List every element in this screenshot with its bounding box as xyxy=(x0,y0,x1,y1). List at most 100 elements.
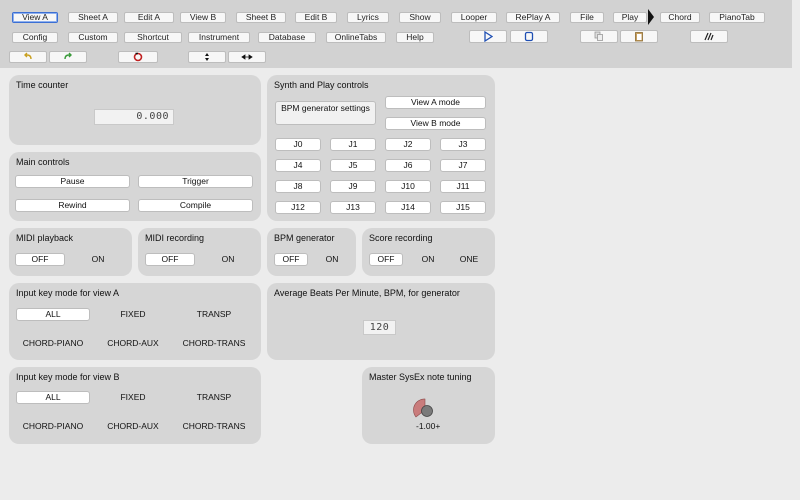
input-key-a-all[interactable]: ALL xyxy=(16,308,90,321)
input-key-b-transp[interactable]: TRANSP xyxy=(177,391,251,404)
play-icon xyxy=(484,31,493,42)
sheet-a-button[interactable]: Sheet A xyxy=(68,12,118,23)
pianotab-button[interactable]: PianoTab xyxy=(709,12,765,23)
instrument-button[interactable]: Instrument xyxy=(188,32,250,43)
average-bpm-panel: Average Beats Per Minute, BPM, for gener… xyxy=(267,283,495,360)
copy-button[interactable] xyxy=(580,30,618,43)
looper-button[interactable]: Looper xyxy=(451,12,497,23)
bpm-generator-title: BPM generator xyxy=(274,233,335,243)
view-a-mode-button[interactable]: View A mode xyxy=(385,96,486,109)
input-key-b-chord-trans[interactable]: CHORD-TRANS xyxy=(177,420,251,433)
average-bpm-display[interactable]: 120 xyxy=(363,320,396,335)
rewind-button[interactable]: Rewind xyxy=(15,199,130,212)
midi-playback-title: MIDI playback xyxy=(16,233,74,243)
jump-button-j13[interactable]: J13 xyxy=(330,201,376,214)
sysex-tuning-panel: Master SysEx note tuning -1.00+ xyxy=(362,367,495,444)
score-recording-off[interactable]: OFF xyxy=(369,253,403,266)
reset-icon xyxy=(133,52,143,62)
synth-play-title: Synth and Play controls xyxy=(274,80,369,90)
input-key-a-fixed[interactable]: FIXED xyxy=(96,308,170,321)
sysex-tuning-title: Master SysEx note tuning xyxy=(369,372,472,382)
input-key-b-chord-piano[interactable]: CHORD-PIANO xyxy=(16,420,90,433)
menu-arrow-icon xyxy=(648,9,654,25)
score-recording-title: Score recording xyxy=(369,233,433,243)
reset-button[interactable] xyxy=(118,51,158,63)
stop-transport-button[interactable] xyxy=(510,30,548,43)
redo-button[interactable] xyxy=(49,51,87,63)
jump-button-j7[interactable]: J7 xyxy=(440,159,486,172)
file-button[interactable]: File xyxy=(570,12,604,23)
redo-icon xyxy=(64,52,72,60)
jump-button-j4[interactable]: J4 xyxy=(275,159,321,172)
custom-button[interactable]: Custom xyxy=(68,32,118,43)
input-key-a-chord-trans[interactable]: CHORD-TRANS xyxy=(177,337,251,350)
onlinetabs-button[interactable]: OnlineTabs xyxy=(326,32,386,43)
horizontal-arrows-icon xyxy=(241,54,253,60)
jump-button-j14[interactable]: J14 xyxy=(385,201,431,214)
jump-button-j8[interactable]: J8 xyxy=(275,180,321,193)
edit-a-button[interactable]: Edit A xyxy=(124,12,174,23)
vertical-move-button[interactable] xyxy=(188,51,226,63)
input-key-a-chord-aux[interactable]: CHORD-AUX xyxy=(96,337,170,350)
sheet-b-button[interactable]: Sheet B xyxy=(236,12,286,23)
jump-button-j15[interactable]: J15 xyxy=(440,201,486,214)
chord-button[interactable]: Chord xyxy=(660,12,700,23)
jump-button-j6[interactable]: J6 xyxy=(385,159,431,172)
config-button[interactable]: Config xyxy=(12,32,58,43)
view-a-button[interactable]: View A xyxy=(12,12,58,23)
score-recording-one[interactable]: ONE xyxy=(452,253,486,266)
bpm-generator-on[interactable]: ON xyxy=(315,253,349,266)
paste-icon xyxy=(635,32,643,42)
input-key-b-panel: Input key mode for view B ALL FIXED TRAN… xyxy=(9,367,261,444)
play-button[interactable]: Play xyxy=(613,12,647,23)
help-button[interactable]: Help xyxy=(396,32,434,43)
input-key-a-title: Input key mode for view A xyxy=(16,288,120,298)
pause-button[interactable]: Pause xyxy=(15,175,130,188)
input-key-b-fixed[interactable]: FIXED xyxy=(96,391,170,404)
midi-recording-off[interactable]: OFF xyxy=(145,253,195,266)
show-button[interactable]: Show xyxy=(399,12,441,23)
input-key-b-all[interactable]: ALL xyxy=(16,391,90,404)
jump-button-j0[interactable]: J0 xyxy=(275,138,321,151)
input-key-b-chord-aux[interactable]: CHORD-AUX xyxy=(96,420,170,433)
input-key-a-transp[interactable]: TRANSP xyxy=(177,308,251,321)
jump-button-j1[interactable]: J1 xyxy=(330,138,376,151)
score-recording-on[interactable]: ON xyxy=(411,253,445,266)
input-key-a-chord-piano[interactable]: CHORD-PIANO xyxy=(16,337,90,350)
bpm-generator-off[interactable]: OFF xyxy=(274,253,308,266)
replay-a-button[interactable]: RePlay A xyxy=(506,12,560,23)
score-recording-panel: Score recording OFF ON ONE xyxy=(362,228,495,276)
jump-button-j11[interactable]: J11 xyxy=(440,180,486,193)
jump-button-j3[interactable]: J3 xyxy=(440,138,486,151)
bpm-generator-settings-button[interactable]: BPM generator settings xyxy=(275,101,376,125)
jump-button-j12[interactable]: J12 xyxy=(275,201,321,214)
input-key-b-title: Input key mode for view B xyxy=(16,372,120,382)
midi-recording-on[interactable]: ON xyxy=(203,253,253,266)
time-counter-display: 0.000 xyxy=(94,109,174,125)
compile-button[interactable]: Compile xyxy=(138,199,253,212)
vertical-arrows-icon xyxy=(205,53,209,61)
undo-button[interactable] xyxy=(9,51,47,63)
jump-button-j2[interactable]: J2 xyxy=(385,138,431,151)
play-transport-button[interactable] xyxy=(469,30,507,43)
midi-playback-on[interactable]: ON xyxy=(73,253,123,266)
input-key-a-panel: Input key mode for view A ALL FIXED TRAN… xyxy=(9,283,261,360)
tuning-knob[interactable] xyxy=(412,398,438,422)
midi-playback-off[interactable]: OFF xyxy=(15,253,65,266)
database-button[interactable]: Database xyxy=(258,32,316,43)
view-b-mode-button[interactable]: View B mode xyxy=(385,117,486,130)
paste-button[interactable] xyxy=(620,30,658,43)
trigger-button[interactable]: Trigger xyxy=(138,175,253,188)
midi-recording-panel: MIDI recording OFF ON xyxy=(138,228,261,276)
view-b-button[interactable]: View B xyxy=(180,12,226,23)
edit-b-button[interactable]: Edit B xyxy=(295,12,337,23)
lyrics-button[interactable]: Lyrics xyxy=(347,12,389,23)
jump-button-j9[interactable]: J9 xyxy=(330,180,376,193)
tuning-value: -1.00+ xyxy=(416,421,441,431)
horizontal-move-button[interactable] xyxy=(228,51,266,63)
shortcut-button[interactable]: Shortcut xyxy=(124,32,182,43)
main-controls-panel: Main controls Pause Trigger Rewind Compi… xyxy=(9,152,261,221)
tuning-button[interactable] xyxy=(690,30,728,43)
jump-button-j5[interactable]: J5 xyxy=(330,159,376,172)
jump-button-j10[interactable]: J10 xyxy=(385,180,431,193)
